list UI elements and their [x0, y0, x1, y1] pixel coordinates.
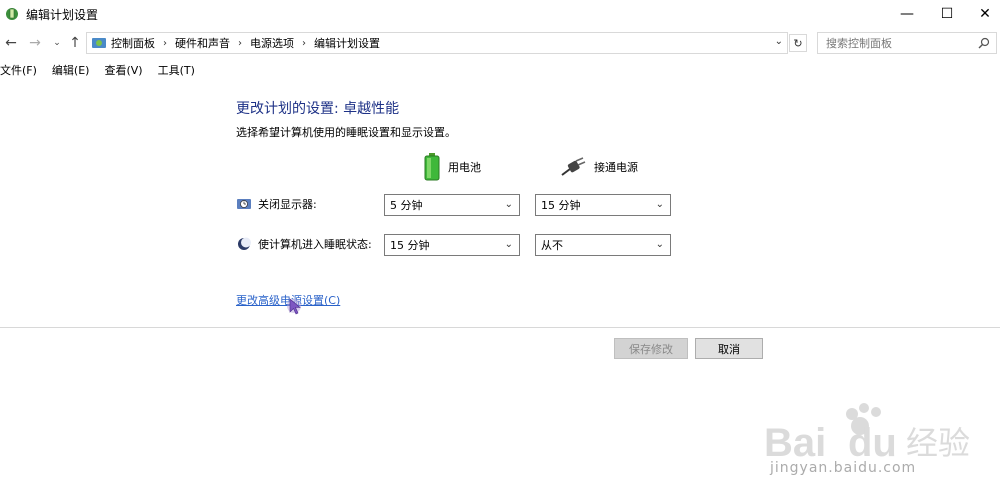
back-button[interactable]: ← [2, 34, 20, 52]
svg-text:du: du [848, 421, 897, 465]
select-value: 15 分钟 [541, 199, 581, 212]
sleep-plugged-select[interactable]: 从不 ⌄ [535, 234, 671, 256]
refresh-button[interactable]: ↻ [789, 34, 807, 52]
select-value: 从不 [541, 239, 563, 252]
display-timer-icon [237, 199, 251, 209]
chevron-down-icon: ⌄ [504, 199, 513, 210]
forward-button[interactable]: → [26, 34, 44, 52]
breadcrumb-separator[interactable]: › [163, 38, 167, 49]
navigation-bar: ← → ⌄ ↑ 控制面板 › 硬件和声音 › 电源选项 › 编辑计划设置 ⌄ ↻… [0, 30, 1000, 56]
watermark-url: jingyan.baidu.com [770, 460, 917, 476]
chevron-down-icon: ⌄ [655, 239, 664, 250]
column-header-plugged-in-label: 接通电源 [594, 161, 638, 174]
select-value: 15 分钟 [390, 239, 430, 252]
svg-text:Bai: Bai [764, 421, 826, 465]
baidu-jingyan-watermark-logo: Bai du 经验 [764, 403, 970, 465]
battery-icon [424, 153, 440, 181]
search-icon[interactable] [978, 37, 990, 49]
search-placeholder: 搜索控制面板 [826, 37, 892, 50]
window-title: 编辑计划设置 [26, 8, 99, 22]
breadcrumb-control-panel[interactable]: 控制面板 [111, 35, 155, 51]
breadcrumb-edit-plan[interactable]: 编辑计划设置 [314, 35, 380, 51]
sleep-battery-select[interactable]: 15 分钟 ⌄ [384, 234, 520, 256]
save-changes-button[interactable]: 保存修改 [614, 338, 688, 359]
chevron-down-icon: ⌄ [655, 199, 664, 210]
menu-file[interactable]: 文件(F) [0, 62, 44, 78]
column-header-plugged-in: 接通电源 [560, 152, 638, 182]
sleep-label: 使计算机进入睡眠状态: [258, 238, 372, 251]
menu-view[interactable]: 查看(V) [104, 62, 149, 78]
footer-divider [0, 327, 1000, 328]
menu-bar: 文件(F) 编辑(E) 查看(V) 工具(T) [0, 60, 210, 80]
power-plug-icon [561, 157, 586, 176]
control-panel-icon [92, 38, 106, 48]
close-button[interactable]: ✕ [962, 0, 1000, 28]
turn-off-display-label: 关闭显示器: [258, 198, 317, 211]
address-dropdown-icon[interactable]: ⌄ [775, 36, 783, 47]
address-bar[interactable]: 控制面板 › 硬件和声音 › 电源选项 › 编辑计划设置 ⌄ [86, 32, 788, 54]
search-input[interactable]: 搜索控制面板 [817, 32, 997, 54]
breadcrumb-separator[interactable]: › [302, 38, 306, 49]
turn-off-display-row-label: 关闭显示器: [236, 196, 317, 212]
breadcrumb-hardware-sound[interactable]: 硬件和声音 [175, 35, 230, 51]
cancel-button[interactable]: 取消 [695, 338, 763, 359]
page-title: 更改计划的设置: 卓越性能 [236, 101, 400, 117]
menu-tools[interactable]: 工具(T) [158, 62, 202, 78]
title-bar: 编辑计划设置 — ☐ ✕ [0, 0, 1000, 28]
up-button[interactable]: ↑ [66, 34, 84, 52]
turn-off-display-battery-select[interactable]: 5 分钟 ⌄ [384, 194, 520, 216]
column-header-battery: 用电池 [424, 152, 481, 182]
svg-text:经验: 经验 [906, 424, 970, 462]
breadcrumb-power-options[interactable]: 电源选项 [250, 35, 294, 51]
chevron-down-icon: ⌄ [504, 239, 513, 250]
recent-locations-button[interactable]: ⌄ [48, 34, 66, 52]
sleep-row-label: 使计算机进入睡眠状态: [236, 236, 372, 252]
sleep-moon-icon [238, 237, 251, 250]
select-value: 5 分钟 [390, 199, 423, 212]
turn-off-display-plugged-select[interactable]: 15 分钟 ⌄ [535, 194, 671, 216]
column-header-battery-label: 用电池 [448, 161, 481, 174]
breadcrumb-separator[interactable]: › [238, 38, 242, 49]
menu-edit[interactable]: 编辑(E) [52, 62, 97, 78]
mouse-cursor-icon [287, 298, 301, 315]
page-description: 选择希望计算机使用的睡眠设置和显示设置。 [236, 126, 456, 139]
power-options-app-icon [6, 8, 18, 20]
